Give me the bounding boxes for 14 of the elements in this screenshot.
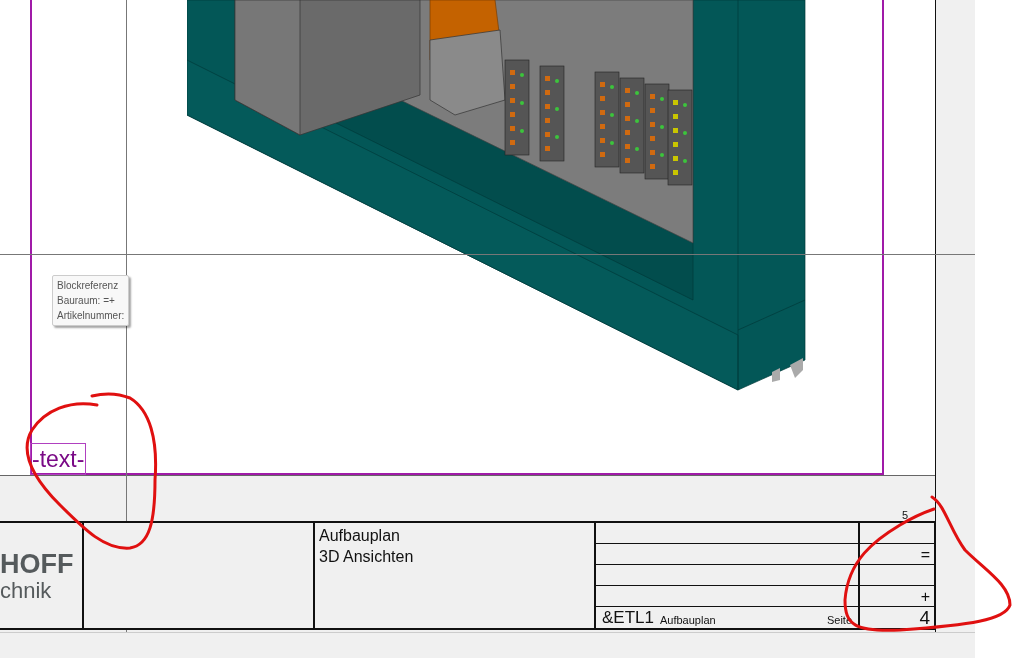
tooltip-line: Artikelnummer: [57,309,125,323]
document-type: Aufbauplan [660,613,716,628]
column-number: 5 [902,508,909,523]
title-line: Aufbauplan [319,526,401,546]
tooltip-line: Bauraum: =+ [57,294,116,308]
document-code: &ETL1 [602,608,654,628]
location-field: + [920,588,930,606]
function-field: = [920,546,930,564]
tooltip-line: Blockreferenz [57,279,120,293]
title-line: 3D Ansichten [319,547,415,567]
logo-subtext: chnik [0,578,53,603]
logo-text: HOFF [0,548,75,579]
text-placeholder[interactable]: -text- [30,443,87,475]
page-number: 4 [919,608,930,628]
